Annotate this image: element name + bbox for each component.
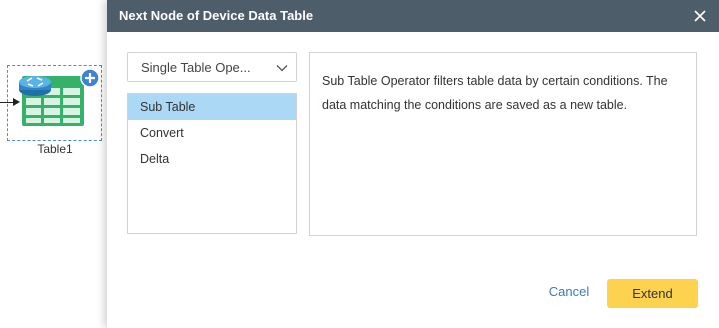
select-value: Single Table Ope...	[141, 60, 251, 75]
table-database-icon[interactable]	[16, 68, 102, 130]
operator-list: Sub Table Convert Delta	[127, 93, 297, 234]
operator-description: Sub Table Operator filters table data by…	[322, 74, 668, 112]
extend-button[interactable]: Extend	[607, 279, 698, 308]
list-item-convert[interactable]: Convert	[128, 120, 296, 146]
operator-description-panel: Sub Table Operator filters table data by…	[309, 52, 697, 236]
close-icon[interactable]	[691, 7, 709, 25]
next-node-dialog: Next Node of Device Data Table Single Ta…	[107, 0, 719, 328]
node-label: Table1	[37, 142, 73, 156]
dialog-title: Next Node of Device Data Table	[119, 8, 314, 23]
dialog-header: Next Node of Device Data Table	[107, 0, 719, 32]
list-item-delta[interactable]: Delta	[128, 146, 296, 172]
list-item-label: Delta	[140, 152, 170, 166]
chevron-down-icon	[276, 62, 288, 74]
list-item-sub-table[interactable]: Sub Table	[128, 94, 296, 120]
operator-category-select[interactable]: Single Table Ope...	[127, 52, 297, 82]
cancel-button[interactable]: Cancel	[544, 284, 594, 304]
list-item-label: Sub Table	[140, 100, 196, 114]
list-item-label: Convert	[140, 126, 184, 140]
incoming-edge	[0, 102, 14, 103]
